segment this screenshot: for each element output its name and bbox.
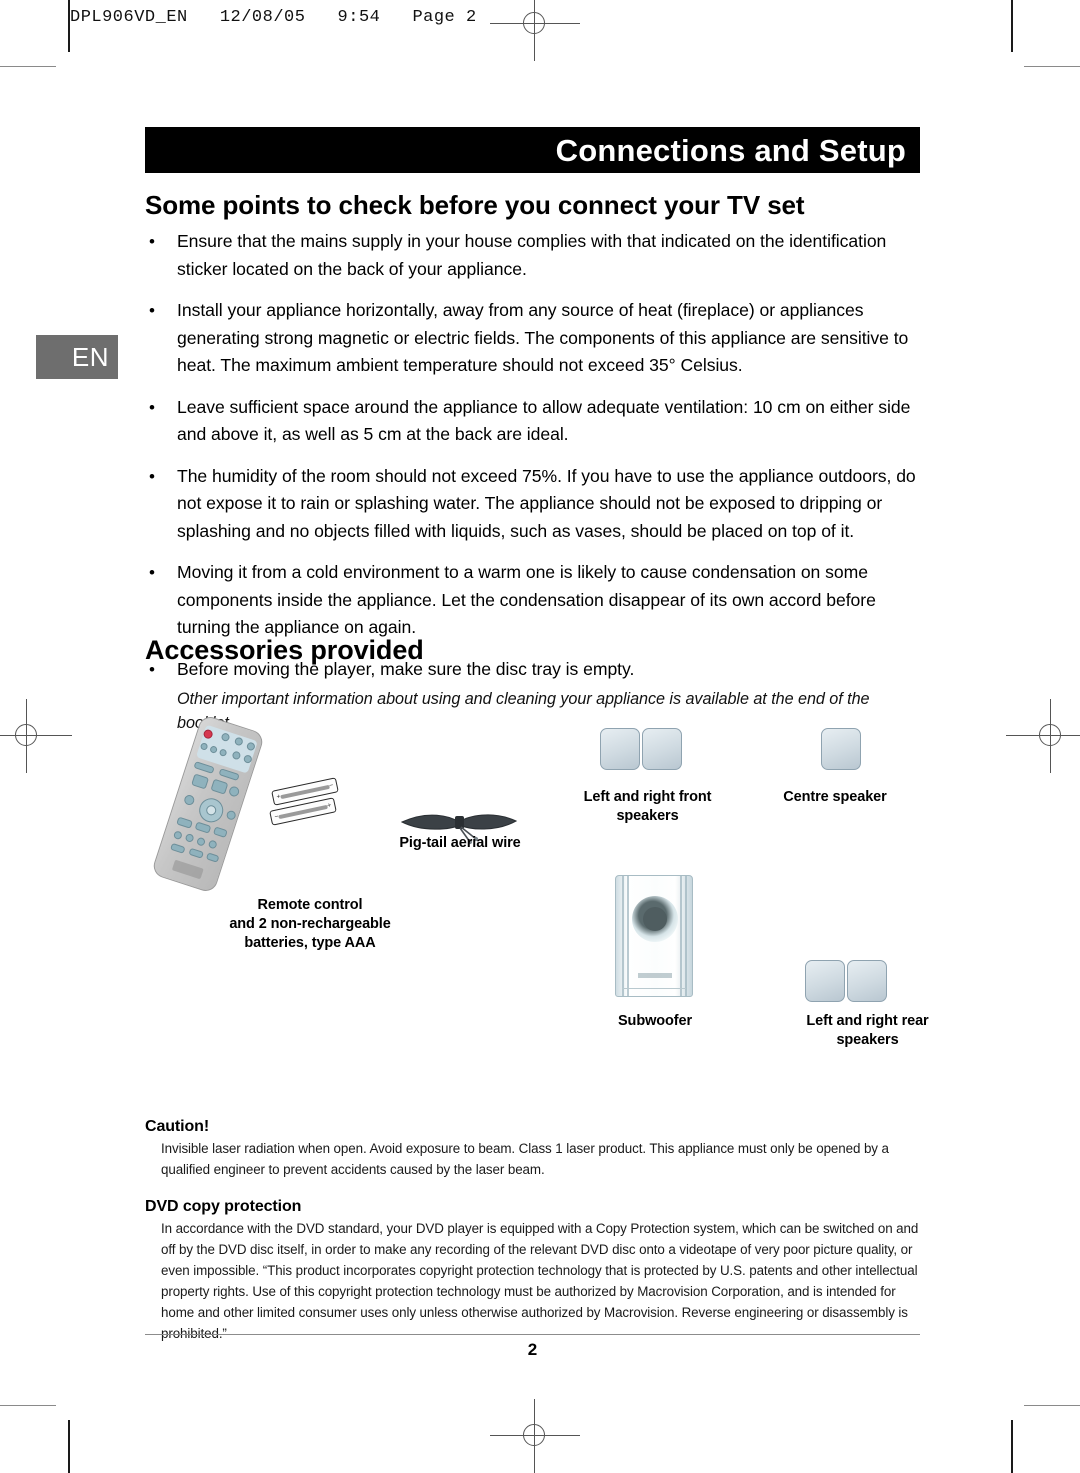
bullet-icon: • xyxy=(149,232,155,251)
bullet-icon: • xyxy=(149,466,155,486)
footer-divider xyxy=(145,1334,920,1335)
list-item: • Moving it from a cold environment to a… xyxy=(145,559,920,642)
accessories-figure: + − − + Remote control and 2 non-recharg… xyxy=(145,690,929,1080)
list-item-text: Ensure that the mains supply in your hou… xyxy=(177,231,887,279)
subwoofer-icon xyxy=(615,875,693,997)
rear-speakers-caption: Left and right rear speakers xyxy=(806,1013,929,1048)
page-title: Some points to check before you connect … xyxy=(145,190,805,220)
list-item-text: Moving it from a cold environment to a w… xyxy=(177,562,876,637)
chapter-banner: Connections and Setup xyxy=(145,127,920,173)
chapter-banner-title: Connections and Setup xyxy=(555,132,906,168)
caution-heading: Caution! xyxy=(145,1118,210,1135)
list-item-text: The humidity of the room should not exce… xyxy=(177,465,916,541)
page-number: 2 xyxy=(527,1340,538,1359)
language-tab-label: EN xyxy=(71,341,109,372)
list-item: • The humidity of the room should not ex… xyxy=(145,463,920,546)
centre-speaker-caption: Centre speaker xyxy=(783,789,887,805)
list-item: • Ensure that the mains supply in your h… xyxy=(145,228,920,283)
aerial-wire-caption: Pig-tail aerial wire xyxy=(399,835,521,851)
front-speakers-caption: Left and right front speakers xyxy=(583,789,712,824)
bullet-icon: • xyxy=(149,563,155,582)
accessories-heading: Accessories provided xyxy=(145,635,424,665)
list-item-text: Install your appliance horizontally, awa… xyxy=(177,300,909,375)
subwoofer-caption: Subwoofer xyxy=(617,1013,692,1029)
list-item-text: Leave sufficient space around the applia… xyxy=(177,396,911,445)
remote-control-caption: Remote control and 2 non-rechargeable ba… xyxy=(229,897,391,951)
page-content: Connections and Setup EN Some points to … xyxy=(0,0,1080,1473)
dvd-copy-protection-heading: DVD copy protection xyxy=(145,1198,302,1215)
aaa-batteries-icon: + − − + xyxy=(269,777,360,832)
legal-notice-block: Caution! Invisible laser radiation when … xyxy=(145,1118,920,1344)
list-item: • Leave sufficient space around the appl… xyxy=(145,394,920,449)
list-item: • Install your appliance horizontally, a… xyxy=(145,297,920,380)
dvd-copy-protection-body: In accordance with the DVD standard, you… xyxy=(161,1221,919,1341)
caution-body: Invisible laser radiation when open. Avo… xyxy=(161,1141,889,1177)
language-tab: EN xyxy=(36,335,118,379)
bullet-icon: • xyxy=(149,397,155,417)
bullet-icon: • xyxy=(149,301,155,320)
